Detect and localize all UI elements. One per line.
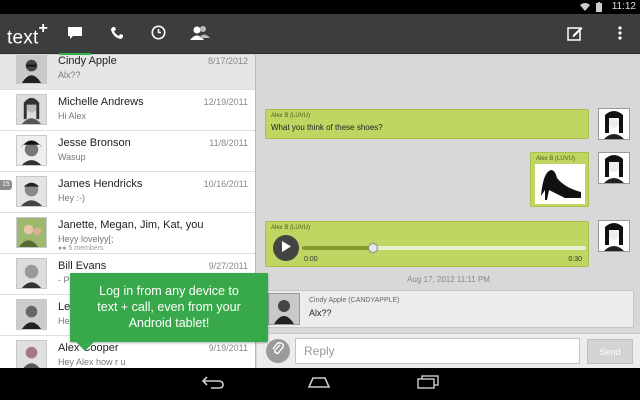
conversation-preview: Hey :-): [58, 193, 85, 203]
screen: 11:12 text+ Cindy Apple 8/17/2012 Alx?? …: [0, 0, 640, 400]
message-sender: Alex B (LUVU): [271, 225, 311, 231]
conversation-item[interactable]: Janette, Megan, Jim, Kat, you Heyy lovel…: [0, 213, 255, 254]
message-text: Alx??: [309, 308, 332, 318]
group-members-count: ●● 5 members: [58, 245, 103, 252]
clock-icon: [151, 25, 166, 45]
message-bubble: Alex B (LUVU) What you think of these sh…: [265, 109, 589, 139]
send-button[interactable]: Send: [587, 339, 633, 364]
chat-pane: Alex B (LUVU) What you think of these sh…: [257, 55, 640, 368]
conversation-preview: Hey Alex how r u: [58, 357, 126, 367]
message-sender: Alex B (LUVU): [271, 113, 311, 119]
tab-history[interactable]: [138, 20, 178, 50]
home-button[interactable]: [305, 374, 333, 394]
recent-apps-button[interactable]: [414, 374, 442, 394]
chat-bubble-icon: [67, 26, 83, 45]
sender-avatar: [598, 152, 630, 184]
image-message-bubble[interactable]: Alex B (LUVU): [530, 152, 589, 207]
conversation-preview: Heyy lovelyy[;: [58, 234, 114, 244]
conversation-date: 10/16/2011: [203, 179, 248, 189]
conversation-date: 11/8/2011: [209, 138, 248, 148]
shoe-image: [535, 164, 585, 204]
avatar: [16, 94, 47, 125]
logo-plus: +: [38, 20, 48, 37]
status-bar: 11:12: [0, 0, 640, 14]
conversation-item[interactable]: Jesse Bronson 11/8/2011 Wasup: [0, 131, 255, 172]
time-separator: Aug 17, 2012 11:11 PM: [407, 275, 490, 284]
conversation-date: 9/19/2011: [208, 343, 248, 353]
conversation-item[interactable]: James Hendricks 10/16/2011 Hey :-): [0, 172, 255, 213]
conversation-preview: - P: [58, 275, 70, 285]
conversation-name: Janette, Megan, Jim, Kat, you: [58, 219, 204, 231]
home-icon: [307, 375, 331, 393]
avatar: [16, 258, 47, 289]
conversation-name: Bill Evans: [58, 260, 107, 272]
avatar: [16, 340, 47, 368]
reply-bar: Send: [257, 333, 640, 368]
promo-tooltip[interactable]: Log in from any device to text + call, e…: [70, 273, 268, 351]
conversation-preview: Hi Alex: [58, 111, 87, 121]
contacts-icon: [189, 25, 211, 46]
message-text: What you think of these shoes?: [271, 123, 383, 132]
edge-badge: 15: [0, 180, 12, 190]
avatar: [16, 135, 47, 166]
tooltip-line: text + call, even from your: [97, 300, 241, 314]
battery-icon: [595, 2, 606, 12]
recent-apps-icon: [416, 374, 440, 394]
back-icon: [201, 375, 225, 394]
sender-avatar: [268, 293, 300, 325]
tooltip-line: Log in from any device to: [99, 284, 239, 298]
conversation-name: Cindy Apple: [58, 55, 117, 67]
avatar: [16, 299, 47, 330]
compose-icon: [567, 25, 583, 46]
action-bar: text+: [0, 14, 640, 56]
app-logo: text+: [7, 20, 48, 49]
members-label: 5 members: [68, 245, 104, 252]
back-button[interactable]: [199, 374, 227, 394]
tooltip-line: Android tablet!: [128, 316, 210, 330]
paperclip-icon: [272, 341, 284, 361]
avatar: [16, 55, 47, 84]
conversation-item[interactable]: Cindy Apple 8/17/2012 Alx??: [0, 55, 255, 90]
message-sender: Alex B (LUVU): [536, 156, 576, 162]
conversation-preview: Wasup: [58, 152, 86, 162]
status-time: 11:12: [611, 1, 636, 12]
tab-contacts[interactable]: [180, 20, 220, 50]
conversation-date: 8/17/2012: [207, 56, 248, 66]
compose-button[interactable]: [561, 21, 589, 49]
overflow-menu-button[interactable]: [606, 21, 634, 49]
audio-message-bubble: Alex B (LUVU) 0:00 0:30: [265, 221, 589, 267]
message-sender: Cindy Apple (CANDYAPPLE): [309, 297, 400, 304]
audio-time-start: 0:00: [304, 256, 318, 263]
tab-calls[interactable]: [97, 20, 137, 50]
audio-progress-track[interactable]: [302, 243, 586, 253]
conversation-date: 9/27/2011: [208, 261, 248, 271]
system-nav-bar: [0, 368, 640, 400]
incoming-message: Cindy Apple (CANDYAPPLE) Alx??: [264, 290, 634, 328]
overflow-menu-icon: [618, 25, 622, 45]
reply-input[interactable]: [295, 338, 580, 364]
audio-play-button[interactable]: [273, 235, 299, 261]
conversation-date: 12/19/2011: [203, 97, 248, 107]
attach-button[interactable]: [266, 339, 290, 363]
sender-avatar: [598, 108, 630, 140]
conversation-preview: He: [58, 316, 70, 326]
audio-progress-thumb[interactable]: [368, 243, 378, 253]
play-icon: [281, 239, 291, 257]
audio-time-end: 0:30: [568, 256, 582, 263]
wifi-icon: [579, 2, 590, 11]
audio-progress-fill: [302, 246, 373, 250]
conversation-name: Jesse Bronson: [58, 137, 131, 149]
tab-messages[interactable]: [55, 20, 95, 56]
phone-icon: [110, 26, 124, 45]
conversation-preview: Alx??: [58, 70, 81, 80]
avatar: [16, 217, 47, 248]
conversation-name: James Hendricks: [58, 178, 143, 190]
conversation-item[interactable]: Michelle Andrews 12/19/2011 Hi Alex: [0, 90, 255, 131]
conversation-name: Michelle Andrews: [58, 96, 144, 108]
logo-text: text: [7, 27, 39, 49]
group-icon: ●●: [58, 245, 67, 252]
avatar: [16, 176, 47, 207]
sender-avatar: [598, 220, 630, 252]
